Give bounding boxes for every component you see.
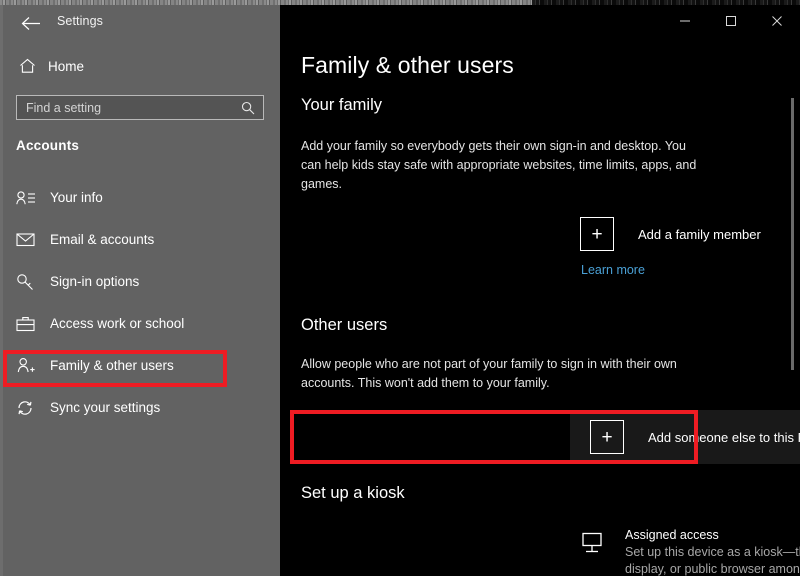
other-users-heading: Other users (301, 316, 387, 335)
maximize-button[interactable] (708, 5, 754, 37)
home-icon (16, 58, 38, 74)
your-family-heading: Your family (301, 96, 382, 115)
assigned-access-title: Assigned access (625, 528, 800, 542)
minimize-icon (679, 15, 691, 27)
sidebar-item-sign-in-options-label: Sign-in options (50, 274, 139, 289)
sidebar-item-access-work-school[interactable]: Access work or school (0, 311, 280, 336)
sidebar-item-access-work-school-label: Access work or school (50, 316, 184, 331)
plus-glyph: + (601, 428, 612, 447)
content-scrollbar-thumb[interactable] (791, 98, 794, 370)
sidebar-item-email-accounts[interactable]: Email & accounts (0, 227, 280, 252)
back-button[interactable] (14, 11, 48, 35)
plus-icon: + (590, 420, 624, 454)
sidebar-item-your-info-label: Your info (50, 190, 103, 205)
sidebar-section-title: Accounts (16, 138, 79, 153)
search-icon[interactable] (241, 101, 255, 115)
assigned-access-text: Assigned access Set up this device as a … (625, 528, 800, 576)
other-users-description: Allow people who are not part of your fa… (301, 355, 701, 393)
close-button[interactable] (754, 5, 800, 37)
sidebar-item-home-label: Home (48, 59, 84, 74)
page-title: Family & other users (301, 52, 514, 79)
add-family-member-label: Add a family member (638, 227, 761, 242)
add-someone-else-button[interactable]: + Add someone else to this PC (570, 410, 800, 464)
kiosk-heading: Set up a kiosk (301, 484, 405, 503)
sidebar-item-your-info[interactable]: Your info (0, 185, 280, 210)
main-content: Family & other users Your family Add you… (280, 0, 800, 576)
sidebar: Settings Home Find a setting Accounts (0, 0, 280, 576)
window-controls (662, 5, 800, 37)
title-bar-left: Settings (0, 5, 280, 38)
app-title: Settings (57, 14, 103, 28)
plus-glyph: + (591, 225, 602, 244)
assigned-access-item[interactable]: Assigned access Set up this device as a … (580, 528, 800, 576)
your-family-description: Add your family so everybody gets their … (301, 137, 701, 194)
sync-icon (16, 399, 40, 417)
sidebar-item-sync-your-settings-label: Sync your settings (50, 400, 160, 415)
person-add-icon (16, 357, 40, 374)
monitor-icon (580, 528, 610, 560)
key-icon (16, 273, 40, 291)
settings-window: Settings Home Find a setting Accounts (0, 0, 800, 576)
back-arrow-icon (21, 16, 41, 31)
plus-icon: + (580, 217, 614, 251)
search-input[interactable]: Find a setting (16, 95, 264, 120)
maximize-icon (725, 15, 737, 27)
sidebar-item-family-other-users[interactable]: Family & other users (0, 353, 280, 378)
minimize-button[interactable] (662, 5, 708, 37)
learn-more-link[interactable]: Learn more (581, 263, 645, 277)
screenshot-artifact-strip (0, 0, 800, 5)
close-icon (771, 15, 783, 27)
sidebar-item-home[interactable]: Home (0, 53, 280, 79)
sidebar-item-email-accounts-label: Email & accounts (50, 232, 154, 247)
sidebar-item-sign-in-options[interactable]: Sign-in options (0, 269, 280, 294)
person-card-icon (16, 190, 40, 206)
briefcase-icon (16, 316, 40, 332)
search-input-placeholder: Find a setting (26, 101, 241, 115)
assigned-access-description: Set up this device as a kiosk—this could… (625, 544, 800, 576)
add-someone-else-label: Add someone else to this PC (648, 430, 800, 445)
sidebar-item-family-other-users-label: Family & other users (50, 358, 174, 373)
add-family-member-button[interactable]: + Add a family member (580, 217, 761, 251)
sidebar-item-sync-your-settings[interactable]: Sync your settings (0, 395, 280, 420)
artifact-strip-dark-segment (532, 0, 800, 5)
sidebar-nav-list: Your info Email & accounts (0, 185, 280, 437)
envelope-icon (16, 232, 40, 247)
